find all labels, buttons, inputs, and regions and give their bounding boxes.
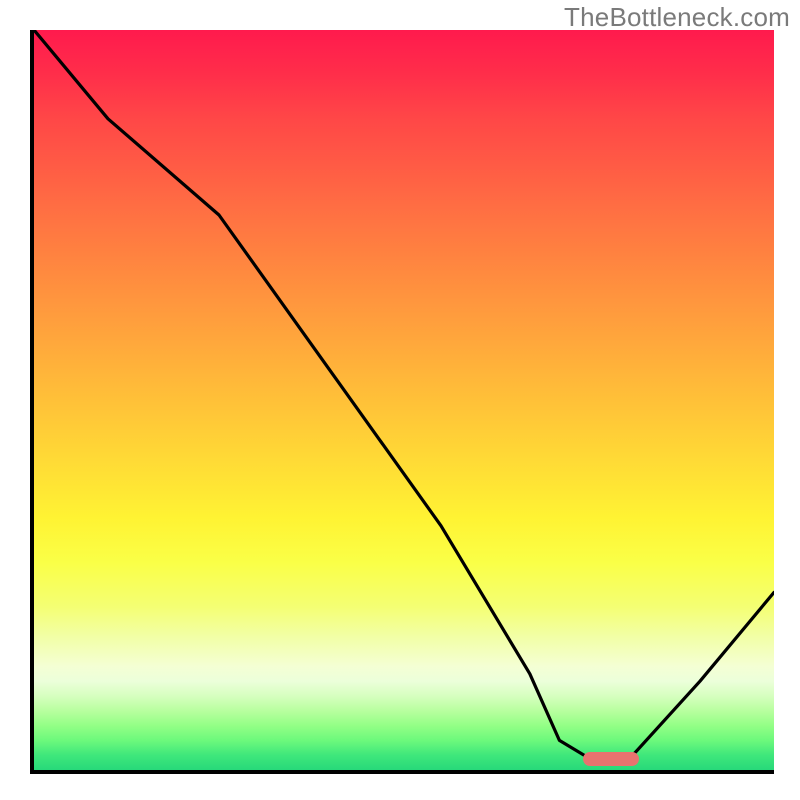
optimal-point-marker (583, 752, 639, 766)
bottleneck-curve (34, 30, 774, 770)
chart-container: TheBottleneck.com (0, 0, 800, 800)
plot-area (30, 30, 774, 774)
watermark-label: TheBottleneck.com (564, 2, 790, 33)
